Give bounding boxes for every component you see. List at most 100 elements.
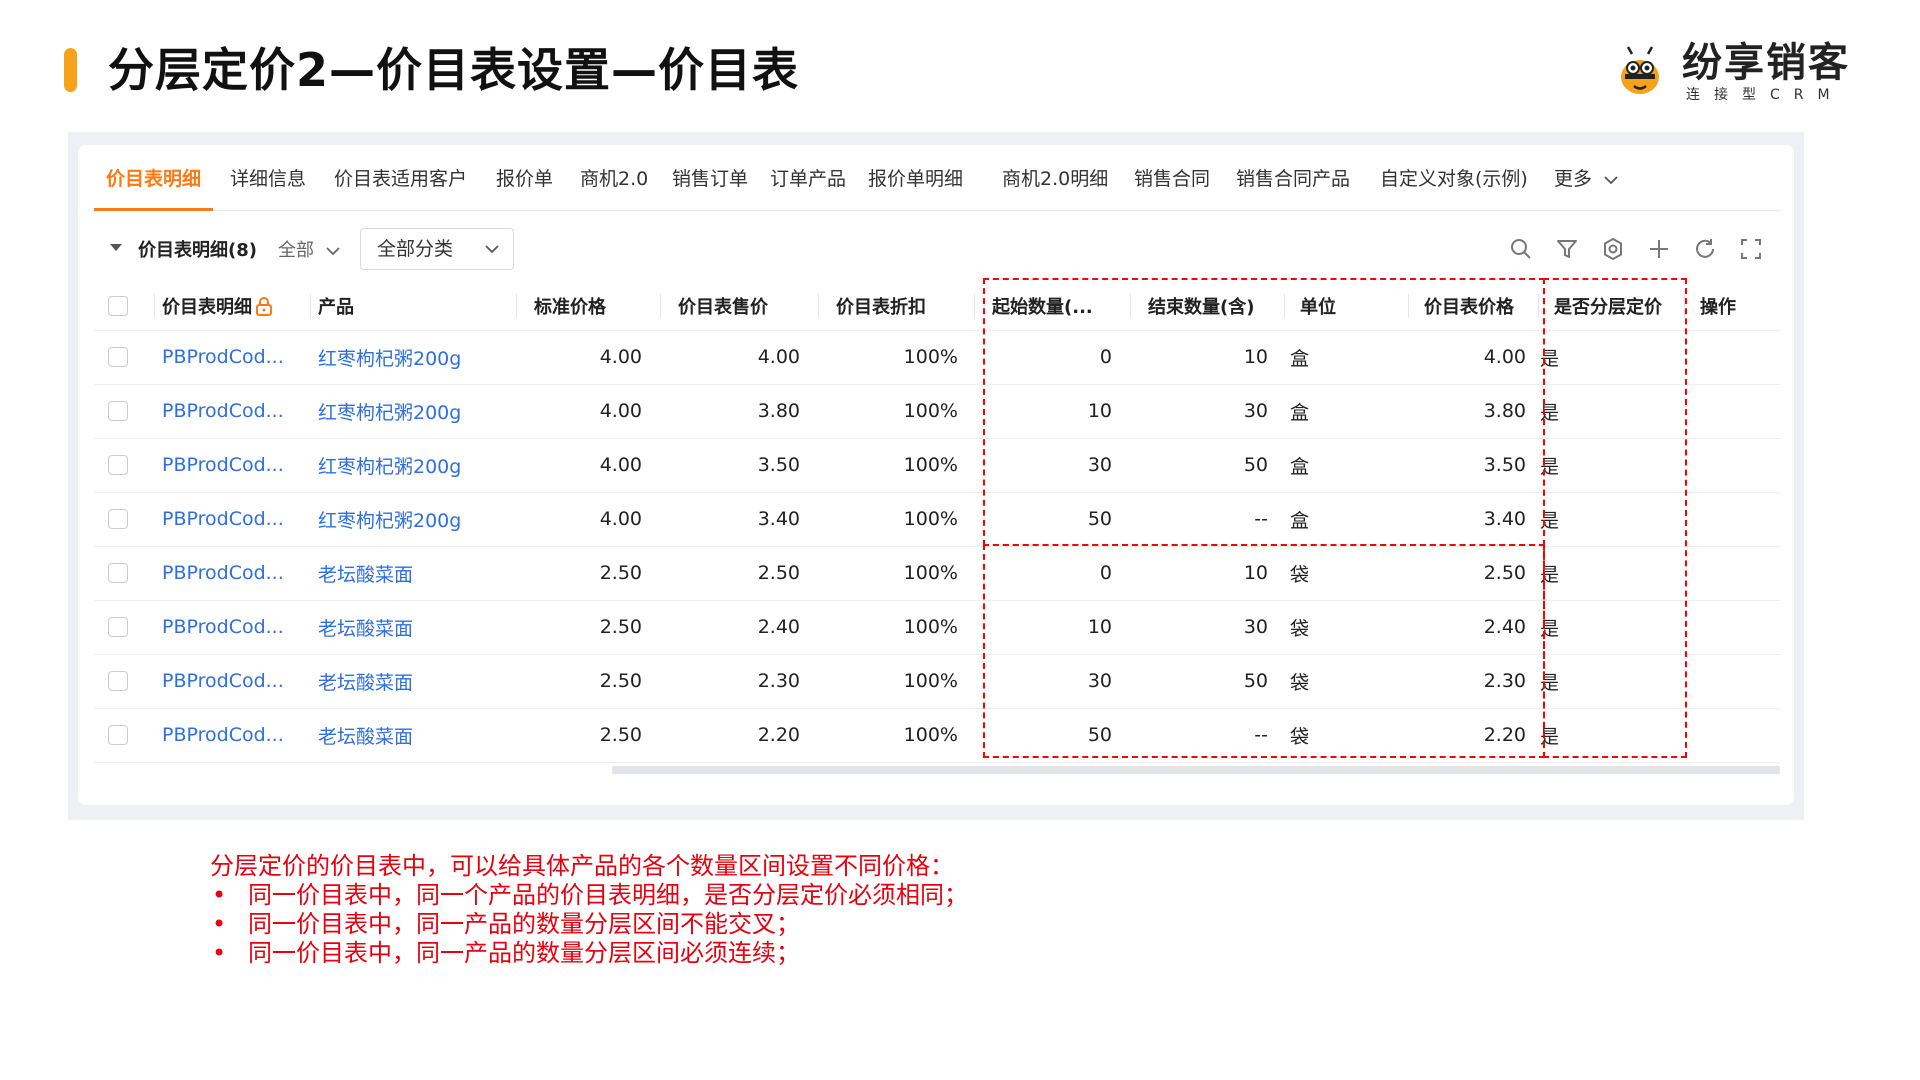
cell-sale-price: 3.80 — [757, 400, 800, 422]
cell-list-price: 2.30 — [1483, 670, 1526, 692]
cell-product[interactable]: 老坛酸菜面 — [318, 654, 508, 708]
tab-quotes[interactable]: 报价单 — [496, 160, 553, 210]
col-end-qty[interactable]: 结束数量(含) — [1148, 282, 1254, 330]
col-discount[interactable]: 价目表折扣 — [836, 282, 926, 330]
tab-opportunity[interactable]: 商机2.0 — [580, 160, 648, 210]
cell-price-list-detail[interactable]: PBProdCod... — [162, 384, 302, 438]
column-divider[interactable] — [974, 294, 975, 318]
cell-product[interactable]: 老坛酸菜面 — [318, 546, 508, 600]
column-divider[interactable] — [1130, 294, 1131, 318]
select-all-checkbox[interactable] — [108, 296, 128, 316]
add-icon[interactable] — [1646, 236, 1672, 262]
column-divider[interactable] — [310, 294, 311, 318]
tab-opportunity-lines[interactable]: 商机2.0明细 — [1002, 160, 1108, 210]
cell-price-list-detail[interactable]: PBProdCod... — [162, 708, 302, 762]
cell-tiered-pricing: 是 — [1540, 563, 1560, 586]
cell-price-list-detail[interactable]: PBProdCod... — [162, 600, 302, 654]
brand-logo: 纷享销客 连接型CRM — [1612, 40, 1882, 104]
column-divider[interactable] — [1408, 294, 1409, 318]
explanation-notes: 分层定价的价目表中，可以给具体产品的各个数量区间设置不同价格： • 同一价目表中，… — [210, 852, 968, 968]
col-product[interactable]: 产品 — [318, 282, 354, 330]
column-divider[interactable] — [1284, 294, 1285, 318]
category-select[interactable]: 全部分类 — [360, 228, 514, 270]
cell-list-price: 3.80 — [1483, 400, 1526, 422]
cell-sale-price: 3.50 — [757, 454, 800, 476]
cell-product[interactable]: 红枣枸杞粥200g — [318, 492, 508, 546]
cell-end-qty: -- — [1254, 724, 1268, 746]
row-checkbox[interactable] — [108, 455, 128, 475]
filter-icon[interactable] — [1554, 236, 1580, 262]
row-checkbox[interactable] — [108, 563, 128, 583]
scope-filter[interactable]: 全部 — [278, 236, 340, 262]
cell-product[interactable]: 红枣枸杞粥200g — [318, 438, 508, 492]
cell-end-qty: 50 — [1243, 670, 1268, 692]
row-checkbox[interactable] — [108, 401, 128, 421]
column-divider[interactable] — [154, 294, 155, 318]
chevron-down-icon — [1604, 175, 1618, 184]
tab-order-products[interactable]: 订单产品 — [770, 160, 846, 210]
table-row: PBProdCod... 老坛酸菜面 2.50 2.40 100% 10 30 袋 2.40 是 — [94, 600, 1780, 655]
cell-price-list-detail[interactable]: PBProdCod... — [162, 438, 302, 492]
scope-label: 全部 — [278, 240, 314, 261]
col-actions: 操作 — [1700, 297, 1736, 318]
cell-price-list-detail[interactable]: PBProdCod... — [162, 546, 302, 600]
cell-sale-price: 2.20 — [757, 724, 800, 746]
cell-product[interactable]: 红枣枸杞粥200g — [318, 384, 508, 438]
tab-sales-contracts[interactable]: 销售合同 — [1134, 160, 1210, 210]
cell-end-qty: 10 — [1243, 346, 1268, 368]
column-divider[interactable] — [1538, 294, 1539, 318]
tab-contract-products[interactable]: 销售合同产品 — [1236, 160, 1350, 210]
category-select-value: 全部分类 — [377, 238, 454, 260]
collapse-caret-icon[interactable] — [110, 244, 122, 251]
col-standard-price[interactable]: 标准价格 — [534, 282, 606, 330]
col-tiered-pricing[interactable]: 是否分层定价 — [1554, 282, 1662, 330]
cell-price-list-detail[interactable]: PBProdCod... — [162, 654, 302, 708]
cell-sale-price: 2.50 — [757, 562, 800, 584]
tab-applicable-customers[interactable]: 价目表适用客户 — [334, 160, 467, 210]
row-select-cell — [108, 492, 128, 546]
cell-product[interactable]: 老坛酸菜面 — [318, 708, 508, 762]
cell-start-qty: 50 — [1087, 724, 1112, 746]
tab-custom-object[interactable]: 自定义对象(示例) — [1380, 160, 1528, 210]
col-price-list-detail[interactable]: 价目表明细 — [162, 282, 274, 330]
bullet-icon: • — [212, 881, 227, 909]
cell-product[interactable]: 老坛酸菜面 — [318, 600, 508, 654]
cell-sale-price: 4.00 — [757, 346, 800, 368]
cell-price-list-detail[interactable]: PBProdCod... — [162, 492, 302, 546]
cell-unit: 盒 — [1290, 509, 1310, 532]
bullet-icon: • — [212, 910, 227, 938]
column-divider[interactable] — [516, 294, 517, 318]
cell-tiered-pricing: 是 — [1540, 401, 1560, 424]
fullscreen-icon[interactable] — [1738, 236, 1764, 262]
row-checkbox[interactable] — [108, 617, 128, 637]
cell-price-list-detail[interactable]: PBProdCod... — [162, 330, 302, 384]
col-list-price[interactable]: 价目表价格 — [1424, 282, 1514, 330]
row-checkbox[interactable] — [108, 725, 128, 745]
table-row: PBProdCod... 老坛酸菜面 2.50 2.50 100% 0 10 袋 2.50 是 — [94, 546, 1780, 601]
cell-tiered-pricing: 是 — [1540, 671, 1560, 694]
settings-icon[interactable] — [1600, 236, 1626, 262]
column-divider[interactable] — [1684, 294, 1685, 318]
tab-sales-orders[interactable]: 销售订单 — [672, 160, 748, 210]
column-divider[interactable] — [818, 294, 819, 318]
horizontal-scrollbar[interactable] — [612, 766, 1780, 774]
column-divider[interactable] — [660, 294, 661, 318]
row-checkbox[interactable] — [108, 509, 128, 529]
cell-unit: 袋 — [1290, 563, 1310, 586]
search-icon[interactable] — [1508, 236, 1534, 262]
cell-start-qty: 30 — [1087, 454, 1112, 476]
tab-price-list-details[interactable]: 价目表明细 — [93, 160, 214, 211]
tab-detail-info[interactable]: 详细信息 — [230, 160, 306, 210]
row-checkbox[interactable] — [108, 671, 128, 691]
refresh-icon[interactable] — [1692, 236, 1718, 262]
tab-quote-lines[interactable]: 报价单明细 — [868, 160, 963, 210]
col-unit[interactable]: 单位 — [1300, 282, 1336, 330]
related-tabs: 价目表明细 详细信息 价目表适用客户 报价单 商机2.0 销售订单 订单产品 报… — [93, 160, 1780, 211]
row-checkbox[interactable] — [108, 347, 128, 367]
cell-product[interactable]: 红枣枸杞粥200g — [318, 330, 508, 384]
tab-more[interactable]: 更多 — [1554, 160, 1618, 210]
col-sale-price[interactable]: 价目表售价 — [678, 282, 768, 330]
cell-discount: 100% — [903, 724, 958, 746]
col-start-qty[interactable]: 起始数量(... — [992, 282, 1093, 330]
cell-sale-price: 2.30 — [757, 670, 800, 692]
